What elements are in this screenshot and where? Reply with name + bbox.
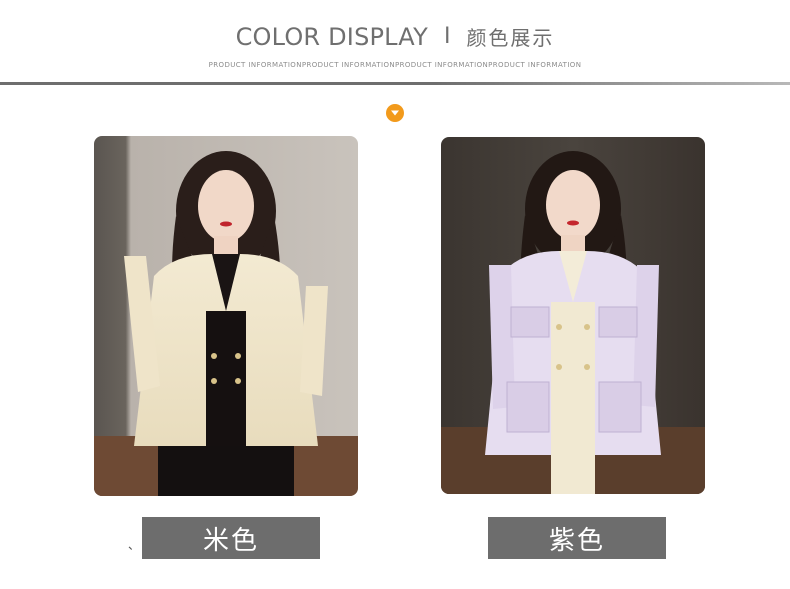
page-header: COLOR DISPLAY I 颜色展示 PRODUCT INFORMATION… [0, 22, 790, 70]
title-separator: I [443, 24, 451, 49]
product-photo-lilac [441, 137, 705, 494]
subtitle: PRODUCT INFORMATIONPRODUCT INFORMATIONPR… [208, 61, 582, 69]
chevron-down-icon [386, 104, 404, 122]
title-row: COLOR DISPLAY I 颜色展示 [0, 22, 790, 51]
title-chinese: 颜色展示 [466, 26, 555, 50]
product-photo-beige [94, 136, 358, 496]
color-label-lilac: 紫色 [488, 517, 666, 559]
header-divider [0, 82, 790, 85]
stray-mark: 、 [128, 538, 141, 552]
color-label-beige: 米色 [142, 517, 320, 559]
title-english: COLOR DISPLAY [235, 22, 428, 51]
